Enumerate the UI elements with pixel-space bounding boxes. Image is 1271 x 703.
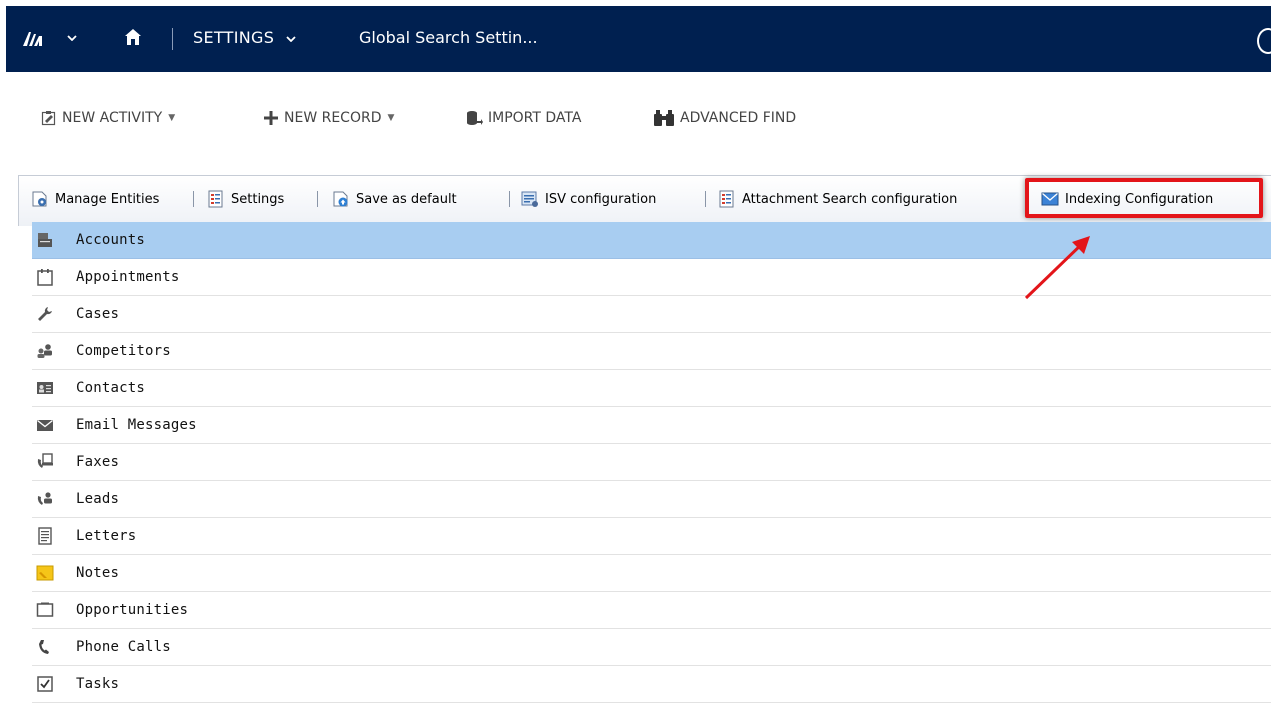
accounts-icon	[38, 233, 52, 247]
toolbar-separator	[317, 191, 318, 207]
leads-icon	[37, 492, 52, 505]
list-item-notes[interactable]: Notes	[32, 555, 1271, 592]
command-bar: NEW ACTIVITY ▼ NEW RECORD ▼ IMPORT DATA …	[0, 100, 1271, 136]
note-icon	[36, 565, 54, 581]
advanced-find-button[interactable]: ADVANCED FIND	[653, 100, 796, 136]
list-item-label: Letters	[76, 528, 137, 544]
save-as-default-button[interactable]: Save as default	[332, 184, 457, 214]
list-item-label: Faxes	[76, 454, 120, 470]
isv-configuration-button[interactable]: ISV configuration	[521, 184, 656, 214]
checklist-icon	[719, 190, 734, 208]
list-item-email-messages[interactable]: Email Messages	[32, 407, 1271, 444]
list-item-label: Opportunities	[76, 602, 189, 618]
page-title: Global Search Settin...	[359, 28, 538, 47]
list-item-opportunities[interactable]: Opportunities	[32, 592, 1271, 629]
new-activity-label: NEW ACTIVITY	[62, 110, 163, 126]
manage-entities-icon	[32, 191, 47, 207]
settings-label: Settings	[231, 191, 285, 207]
list-item-label: Accounts	[76, 232, 146, 248]
list-item-contacts[interactable]: Contacts	[32, 370, 1271, 407]
phone-icon	[39, 640, 49, 654]
settings-button[interactable]: Settings	[207, 184, 284, 214]
list-item-label: Competitors	[76, 343, 171, 359]
plus-icon	[264, 111, 278, 125]
save-default-icon	[333, 191, 348, 207]
manage-entities-button[interactable]: Manage Entities	[31, 184, 159, 214]
list-item-tasks[interactable]: Tasks	[32, 666, 1271, 703]
attachment-search-configuration-button[interactable]: Attachment Search configuration	[718, 184, 957, 214]
list-item-label: Appointments	[76, 269, 180, 285]
letter-icon	[38, 527, 52, 545]
toolbar-separator	[509, 191, 510, 207]
dropdown-arrow-icon: ▼	[168, 113, 176, 123]
task-icon	[37, 676, 53, 692]
advanced-find-label: ADVANCED FIND	[680, 110, 797, 126]
settings-area-menu[interactable]: SETTINGS	[193, 28, 296, 47]
contact-card-icon	[37, 382, 53, 394]
list-item-competitors[interactable]: Competitors	[32, 333, 1271, 370]
fax-icon	[37, 453, 53, 468]
new-activity-icon	[41, 111, 56, 126]
appointment-icon	[37, 269, 53, 286]
chevron-down-icon	[285, 35, 296, 42]
list-item-label: Leads	[76, 491, 120, 507]
attachment-search-configuration-label: Attachment Search configuration	[742, 191, 958, 207]
toolbar-separator	[193, 191, 194, 207]
list-item-label: Contacts	[76, 380, 146, 396]
email-icon	[37, 419, 53, 431]
import-data-button[interactable]: IMPORT DATA	[465, 100, 581, 136]
nav-bar-inner: SETTINGS Global Search Settin...	[6, 6, 1271, 72]
dropdown-arrow-icon: ▼	[387, 113, 395, 123]
dynamics-logo-icon[interactable]	[22, 28, 44, 48]
list-item-label: Phone Calls	[76, 639, 171, 655]
import-data-label: IMPORT DATA	[488, 110, 582, 126]
checklist-icon	[208, 190, 223, 208]
list-item-phone-calls[interactable]: Phone Calls	[32, 629, 1271, 666]
home-icon[interactable]	[124, 28, 142, 46]
new-record-label: NEW RECORD	[284, 110, 382, 126]
new-activity-button[interactable]: NEW ACTIVITY ▼	[41, 100, 175, 136]
wrench-icon	[38, 307, 52, 321]
annotation-arrow-icon	[1024, 236, 1090, 300]
nav-divider	[172, 28, 173, 50]
help-icon[interactable]	[1257, 28, 1271, 54]
manage-entities-label: Manage Entities	[55, 191, 160, 207]
list-item-letters[interactable]: Letters	[32, 518, 1271, 555]
settings-area-label: SETTINGS	[193, 28, 275, 47]
highlight-annotation-box	[1025, 178, 1263, 218]
competitors-icon	[37, 344, 52, 358]
toolbar-separator	[705, 191, 706, 207]
list-item-label: Email Messages	[76, 417, 197, 433]
chevron-down-icon[interactable]	[67, 35, 77, 41]
top-navigation-bar: SETTINGS Global Search Settin...	[0, 0, 1271, 72]
import-database-icon	[467, 111, 483, 125]
new-record-button[interactable]: NEW RECORD ▼	[263, 100, 394, 136]
list-item-label: Notes	[76, 565, 120, 581]
list-item-label: Tasks	[76, 676, 120, 692]
opportunity-icon	[36, 602, 54, 617]
binoculars-icon	[654, 110, 674, 126]
list-item-label: Cases	[76, 306, 120, 322]
isv-configuration-icon	[521, 191, 538, 207]
save-as-default-label: Save as default	[356, 191, 457, 207]
list-item-leads[interactable]: Leads	[32, 481, 1271, 518]
list-item-faxes[interactable]: Faxes	[32, 444, 1271, 481]
isv-configuration-label: ISV configuration	[545, 191, 657, 207]
